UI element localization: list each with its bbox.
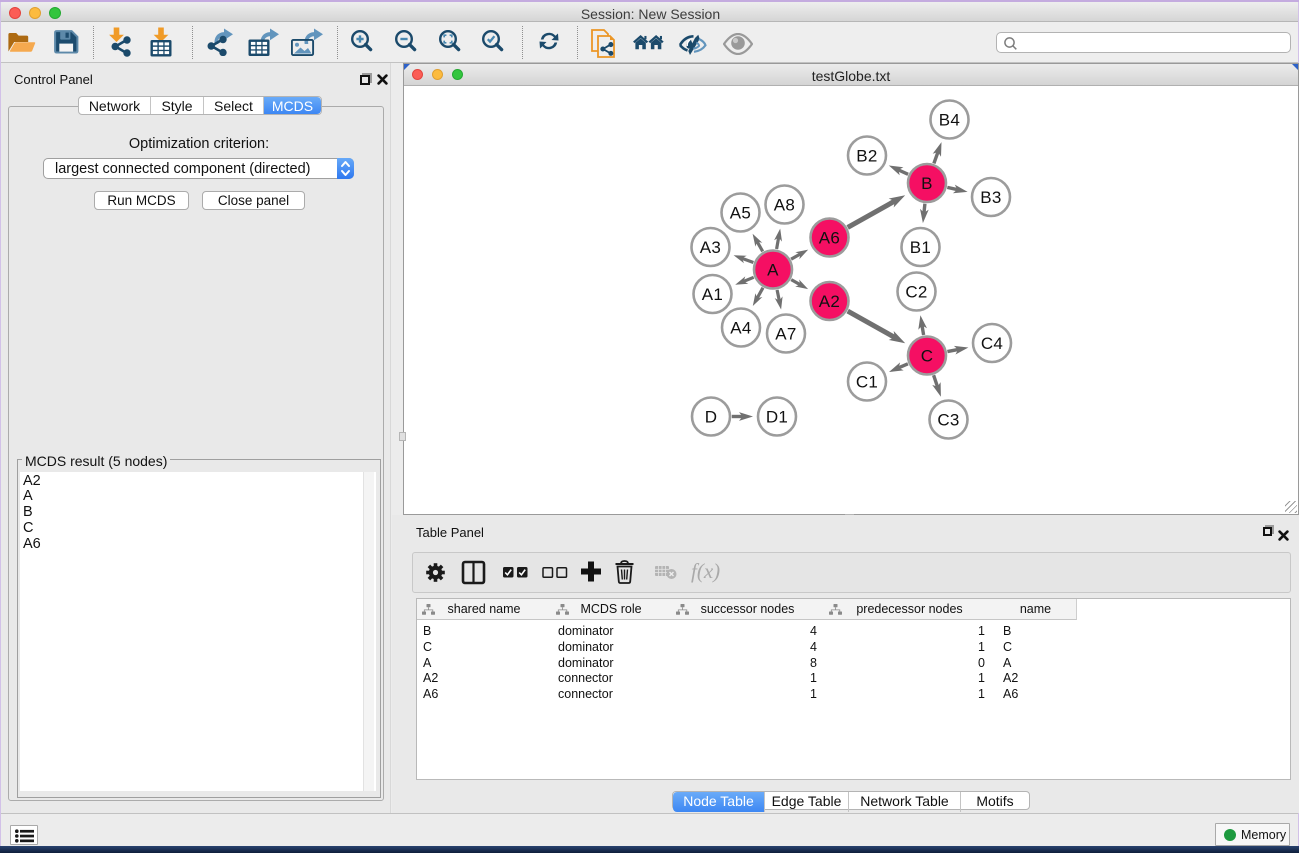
svg-text:B3: B3	[980, 188, 1001, 207]
svg-text:C1: C1	[856, 373, 878, 392]
svg-text:A5: A5	[730, 204, 751, 223]
svg-text:B2: B2	[856, 147, 877, 166]
svg-text:A2: A2	[819, 292, 840, 311]
svg-text:A4: A4	[730, 319, 751, 338]
svg-text:A8: A8	[774, 196, 795, 215]
svg-text:B4: B4	[939, 111, 960, 130]
svg-text:C4: C4	[981, 334, 1003, 353]
svg-text:C3: C3	[937, 411, 959, 430]
svg-text:C: C	[921, 347, 934, 366]
svg-text:A1: A1	[702, 285, 723, 304]
svg-text:A: A	[767, 261, 779, 280]
svg-text:A7: A7	[775, 325, 796, 344]
svg-text:B: B	[921, 174, 933, 193]
svg-text:B1: B1	[910, 238, 931, 257]
svg-text:A6: A6	[819, 229, 840, 248]
svg-text:D: D	[705, 408, 718, 427]
svg-text:D1: D1	[766, 408, 788, 427]
svg-text:A3: A3	[700, 238, 721, 257]
svg-text:C2: C2	[905, 283, 927, 302]
